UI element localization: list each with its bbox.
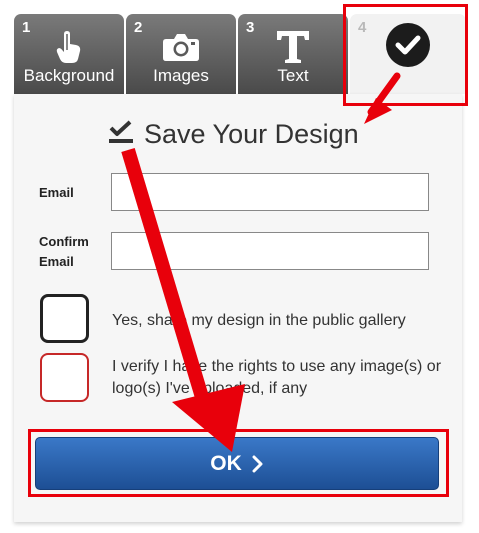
tab-label: Text xyxy=(277,66,309,85)
camera-icon xyxy=(126,28,236,66)
email-field[interactable] xyxy=(111,173,429,211)
share-gallery-label: Yes, share my design in the public galle… xyxy=(112,312,406,329)
verify-rights-label: I verify I have the rights to use any im… xyxy=(112,356,441,400)
confirm-email-field[interactable] xyxy=(111,232,429,270)
title-text: Save Your Design xyxy=(144,118,359,149)
tab-background[interactable]: 1 Background xyxy=(14,14,124,94)
confirm-label-line1: Confirm xyxy=(39,234,89,249)
chevron-right-icon xyxy=(252,455,264,473)
tab-text[interactable]: 3 Text xyxy=(238,14,348,94)
tab-images[interactable]: 2 Images xyxy=(126,14,236,94)
verify-rights-checkbox[interactable] xyxy=(40,353,89,402)
confirm-email-label: Confirm Email xyxy=(39,232,89,272)
verify-label-line1: I verify I have the rights to use any im… xyxy=(112,358,442,375)
ok-button[interactable]: OK xyxy=(35,437,439,490)
checkmark-circle-icon xyxy=(350,23,466,67)
confirm-label-line2: Email xyxy=(39,254,74,269)
ok-label: OK xyxy=(210,451,242,475)
share-gallery-checkbox[interactable] xyxy=(40,294,89,343)
tab-save[interactable]: 4 xyxy=(350,14,466,94)
step-tabs: 1 Background 2 Images 3 Text 4 xyxy=(14,14,466,94)
text-t-icon xyxy=(238,28,348,66)
page-title: Save Your Design xyxy=(108,116,359,152)
tab-label: Images xyxy=(153,66,209,85)
checkmark-underline-icon xyxy=(108,120,134,149)
hand-pointer-icon xyxy=(14,28,124,66)
tab-label: Background xyxy=(23,66,115,85)
verify-label-line2: logo(s) I've uploaded, if any xyxy=(112,380,308,397)
email-label: Email xyxy=(39,185,74,200)
